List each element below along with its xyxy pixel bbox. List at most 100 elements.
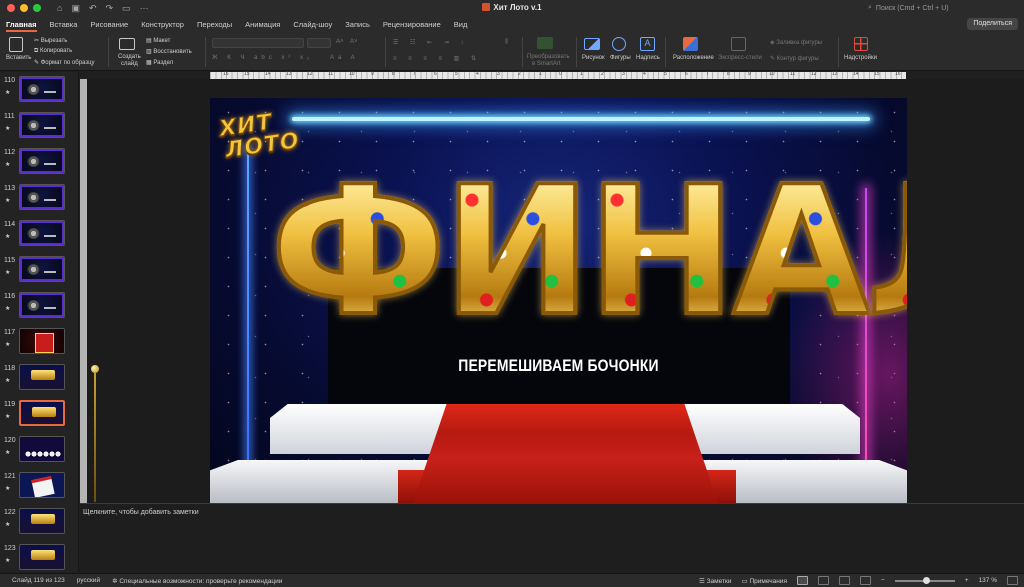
tab-transitions[interactable]: Переходы bbox=[197, 16, 232, 33]
final-headline[interactable]: Ф И Н А Л bbox=[268, 161, 907, 343]
gold-pin-stick[interactable] bbox=[94, 372, 96, 502]
slide-sorter-button[interactable] bbox=[817, 576, 829, 585]
normal-view-button[interactable] bbox=[796, 576, 808, 585]
star-icon: ★ bbox=[5, 234, 11, 240]
comments-toggle[interactable]: ▭ Примечания bbox=[741, 577, 786, 585]
vertical-ruler[interactable] bbox=[80, 79, 87, 503]
tab-design[interactable]: Конструктор bbox=[141, 16, 184, 33]
section-button[interactable]: ▦ Раздел bbox=[146, 59, 173, 66]
notes-pane[interactable]: Щелкните, чтобы добавить заметки bbox=[80, 503, 1024, 573]
horizontal-ruler[interactable]: 16 15 14 13 12 11 10 9 8 7 6 5 4 3 2 1 0… bbox=[210, 71, 906, 79]
convert-smartart-label-1[interactable]: Преобразовать bbox=[527, 54, 570, 60]
columns-icon[interactable]: ⫼ bbox=[505, 39, 508, 46]
picture-icon[interactable] bbox=[584, 38, 600, 50]
zoom-slider-thumb[interactable] bbox=[922, 576, 930, 584]
reset-button[interactable]: ▥ Восстановить bbox=[146, 48, 192, 55]
textbox-button[interactable]: Надпись bbox=[636, 55, 660, 61]
tab-slideshow[interactable]: Слайд-шоу bbox=[293, 16, 332, 33]
slide-thumbnail[interactable]: 116 ★ bbox=[0, 290, 78, 326]
slide-thumbnail[interactable]: 112 ★ bbox=[0, 146, 78, 182]
font-name-field[interactable] bbox=[212, 38, 304, 48]
smartart-icon[interactable] bbox=[537, 37, 553, 49]
current-slide[interactable]: ХИТ ЛОТО Ф И Н А Л ПЕРЕМЕШИВАЕМ БОЧОНКИ bbox=[210, 98, 907, 503]
tab-view[interactable]: Вид bbox=[454, 16, 468, 33]
arrange-icon[interactable] bbox=[683, 37, 698, 51]
slide-thumbnail[interactable]: 120 ★ bbox=[0, 434, 78, 470]
undo-icon[interactable]: ↶ bbox=[89, 3, 97, 14]
font-size-field[interactable] bbox=[307, 38, 331, 48]
slide-thumbnail[interactable]: 113 ★ bbox=[0, 182, 78, 218]
font-color-icons[interactable]: Aa A bbox=[330, 55, 359, 61]
search-box[interactable]: ⌕ Поиск (Cmd + Ctrl + U) bbox=[868, 2, 1018, 14]
cut-button[interactable]: ✂ Вырезать bbox=[34, 37, 67, 44]
new-slide-label-2[interactable]: слайд bbox=[121, 61, 138, 67]
tab-home[interactable]: Главная bbox=[6, 16, 37, 33]
list-icons[interactable]: ☰ ☷ ⇤ ⇥ ↕ bbox=[393, 39, 468, 46]
copy-button[interactable]: ⧉ Копировать bbox=[34, 48, 72, 55]
slide-thumbnail-pane[interactable]: 110 ★ 111 ★ 112 ★ 113 ★ 114 ★ 115 ★ 116 ★ 117 ★ … bbox=[0, 72, 79, 572]
slide-number: 116 bbox=[4, 293, 16, 300]
shapes-icon[interactable] bbox=[612, 37, 626, 51]
slide-thumbnail[interactable]: 110 ★ bbox=[0, 74, 78, 110]
paste-icon[interactable] bbox=[9, 37, 23, 52]
fit-slide-button[interactable] bbox=[1007, 576, 1018, 585]
slide-thumbnail-image bbox=[19, 112, 65, 138]
slide-thumbnail[interactable]: 122 ★ bbox=[0, 506, 78, 542]
picture-button[interactable]: Рисунок bbox=[582, 55, 605, 61]
slide-thumbnail[interactable]: 114 ★ bbox=[0, 218, 78, 254]
shapes-button[interactable]: Фигуры bbox=[610, 55, 631, 61]
slide-thumbnail[interactable]: 111 ★ bbox=[0, 110, 78, 146]
shape-fill-button[interactable]: ◈ Заливка фигуры bbox=[770, 39, 822, 46]
accessibility-check[interactable]: ✲ Специальные возможности: проверьте рек… bbox=[112, 577, 282, 585]
addins-icon[interactable] bbox=[854, 37, 868, 51]
slide-thumbnail[interactable]: 117 ★ bbox=[0, 326, 78, 362]
close-window-button[interactable] bbox=[7, 4, 15, 12]
language-indicator[interactable]: русский bbox=[77, 577, 100, 584]
slide-thumbnail[interactable]: 121 ★ bbox=[0, 470, 78, 506]
quick-styles-button[interactable]: Экспресс-стили bbox=[718, 55, 762, 61]
zoom-in-button[interactable]: + bbox=[965, 577, 969, 584]
save-icon[interactable]: ▣ bbox=[71, 3, 80, 14]
zoom-out-button[interactable]: − bbox=[881, 577, 885, 584]
share-button[interactable]: Поделиться bbox=[967, 18, 1018, 30]
slide-thumbnail[interactable]: 118 ★ bbox=[0, 362, 78, 398]
font-grow-icon[interactable]: A˄ bbox=[336, 39, 344, 45]
slide-thumbnail-selected[interactable]: 119 ★ bbox=[0, 398, 78, 434]
slideshow-icon[interactable]: ▭ bbox=[122, 3, 131, 14]
slideshow-view-button[interactable] bbox=[859, 576, 871, 585]
new-slide-icon[interactable] bbox=[119, 38, 135, 50]
reading-view-button[interactable] bbox=[838, 576, 850, 585]
slide-thumbnail[interactable]: 123 ★ bbox=[0, 542, 78, 572]
zoom-window-button[interactable] bbox=[33, 4, 41, 12]
font-format-icons[interactable]: Ж К Ч abc x² x₂ bbox=[212, 55, 313, 61]
tab-draw[interactable]: Рисование bbox=[90, 16, 128, 33]
notes-toggle[interactable]: ☰ Заметки bbox=[699, 577, 732, 585]
zoom-level[interactable]: 137 % bbox=[979, 577, 997, 584]
home-icon[interactable]: ⌂ bbox=[57, 3, 62, 14]
more-icon[interactable]: ··· bbox=[140, 3, 149, 14]
tab-animations[interactable]: Анимация bbox=[245, 16, 280, 33]
minimize-window-button[interactable] bbox=[20, 4, 28, 12]
tab-review[interactable]: Рецензирование bbox=[383, 16, 441, 33]
ruler-label: 11 bbox=[790, 71, 796, 77]
align-icons[interactable]: ≡ ≡ ≡ ≡ ▥ ⇅ bbox=[393, 55, 481, 62]
tab-record[interactable]: Запись bbox=[345, 16, 370, 33]
slide-number: 123 bbox=[4, 545, 16, 552]
slide-thumbnail-image bbox=[19, 76, 65, 102]
redo-icon[interactable]: ↷ bbox=[106, 3, 114, 14]
zoom-slider[interactable] bbox=[894, 576, 955, 584]
textbox-icon[interactable]: A bbox=[640, 37, 655, 51]
font-shrink-icon[interactable]: A˅ bbox=[350, 39, 358, 45]
shape-outline-button[interactable]: ✎ Контур фигуры bbox=[770, 55, 819, 62]
convert-smartart-label-2[interactable]: в SmartArt bbox=[532, 61, 561, 67]
arrange-button[interactable]: Расположение bbox=[673, 55, 714, 61]
tab-insert[interactable]: Вставка bbox=[50, 16, 78, 33]
layout-button[interactable]: ▤ Макет bbox=[146, 37, 170, 44]
paste-button[interactable]: Вставить bbox=[6, 55, 31, 61]
new-slide-label-1[interactable]: Создать bbox=[118, 54, 141, 60]
format-painter-button[interactable]: ✎ Формат по образцу bbox=[34, 59, 95, 66]
quick-styles-icon[interactable] bbox=[731, 37, 746, 51]
slide-subtitle[interactable]: ПЕРЕМЕШИВАЕМ БОЧОНКИ bbox=[273, 356, 845, 376]
addins-button[interactable]: Надстройки bbox=[844, 55, 877, 61]
slide-thumbnail[interactable]: 115 ★ bbox=[0, 254, 78, 290]
